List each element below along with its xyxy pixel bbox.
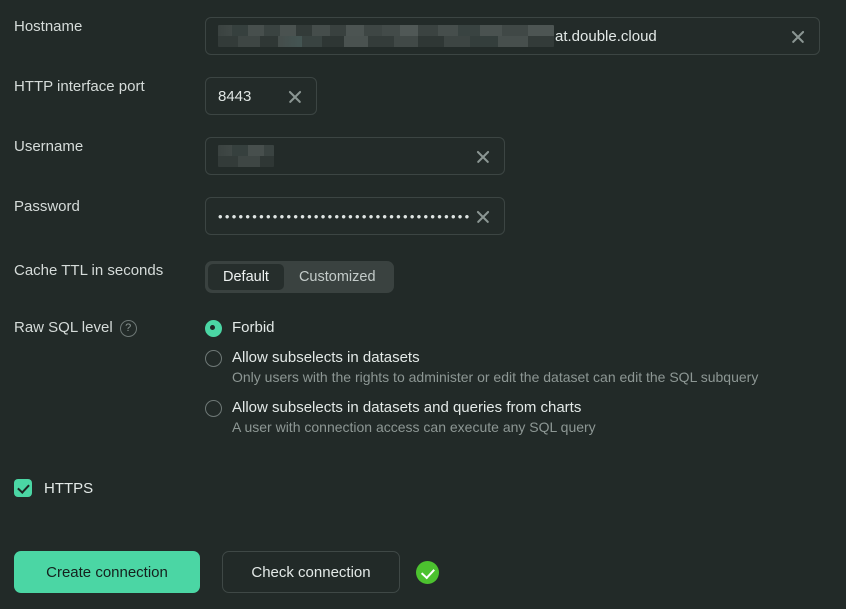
radio-description-subselects-datasets: Only users with the rights to administer… xyxy=(232,369,759,385)
field-row-password: Password •••••••••••••••••••••••••••••••… xyxy=(0,197,846,235)
field-row-hostname: Hostname at.double.cloud xyxy=(0,17,846,55)
redacted-username-block xyxy=(218,145,274,167)
radio-option-forbid[interactable]: Forbid xyxy=(205,318,758,337)
raw-sql-level-label-text: Raw SQL level xyxy=(14,319,113,336)
close-icon[interactable] xyxy=(470,143,496,169)
raw-sql-radio-group: Forbid Allow subselects in datasets Only… xyxy=(205,318,758,437)
redacted-hostname-block xyxy=(218,25,554,47)
close-icon[interactable] xyxy=(282,83,308,109)
https-label: HTTPS xyxy=(44,479,94,497)
radio-indicator-subselects-charts[interactable] xyxy=(205,400,222,417)
segment-default[interactable]: Default xyxy=(208,264,284,290)
radio-label-subselects-charts: Allow subselects in datasets and queries… xyxy=(232,399,582,416)
password-value: •••••••••••••••••••••••••••••••••••••••• xyxy=(218,209,470,223)
create-connection-button[interactable]: Create connection xyxy=(14,551,200,593)
checkbox-indicator-https[interactable] xyxy=(14,479,32,497)
radio-indicator-forbid[interactable] xyxy=(205,320,222,337)
http-port-label: HTTP interface port xyxy=(14,78,145,95)
http-port-input[interactable]: 8443 xyxy=(205,77,317,115)
field-row-raw-sql-level: Raw SQL level ? Forbid Allow subselects … xyxy=(0,318,846,437)
https-checkbox-row[interactable]: HTTPS xyxy=(14,479,93,497)
hostname-label: Hostname xyxy=(14,18,83,35)
footer-actions: Create connection Check connection xyxy=(14,551,439,593)
username-label: Username xyxy=(14,138,84,155)
segment-customized[interactable]: Customized xyxy=(284,264,391,290)
close-icon[interactable] xyxy=(785,23,811,49)
field-row-http-port: HTTP interface port 8443 xyxy=(0,77,846,115)
radio-option-subselects-charts[interactable]: Allow subselects in datasets and queries… xyxy=(205,398,758,437)
field-row-username: Username xyxy=(0,137,846,175)
radio-indicator-subselects-datasets[interactable] xyxy=(205,350,222,367)
http-port-value: 8443 xyxy=(218,87,252,105)
close-icon[interactable] xyxy=(470,203,496,229)
radio-option-subselects-datasets[interactable]: Allow subselects in datasets Only users … xyxy=(205,348,758,387)
hostname-suffix: at.double.cloud xyxy=(555,27,657,45)
password-label: Password xyxy=(14,198,80,215)
radio-description-subselects-charts: A user with connection access can execut… xyxy=(232,419,596,435)
radio-label-subselects-datasets: Allow subselects in datasets xyxy=(232,349,420,366)
connection-settings-form: Hostname at.double.cloud HTTP interface … xyxy=(0,0,846,609)
password-input[interactable]: •••••••••••••••••••••••••••••••••••••••• xyxy=(205,197,505,235)
username-input[interactable] xyxy=(205,137,505,175)
check-connection-button[interactable]: Check connection xyxy=(222,551,400,593)
radio-label-forbid: Forbid xyxy=(232,319,275,336)
cache-ttl-label: Cache TTL in seconds xyxy=(14,262,164,279)
field-row-cache-ttl: Cache TTL in seconds Default Customized xyxy=(0,261,846,293)
success-check-icon xyxy=(416,560,439,584)
hostname-value: at.double.cloud xyxy=(218,25,785,47)
radio-text-subselects-datasets: Allow subselects in datasets Only users … xyxy=(232,348,758,387)
raw-sql-level-label: Raw SQL level ? xyxy=(0,318,205,338)
username-value xyxy=(218,145,470,167)
hostname-input[interactable]: at.double.cloud xyxy=(205,17,820,55)
cache-ttl-segmented-control: Default Customized xyxy=(205,261,394,293)
radio-text-subselects-charts: Allow subselects in datasets and queries… xyxy=(232,398,596,437)
question-mark-icon[interactable]: ? xyxy=(119,319,137,337)
